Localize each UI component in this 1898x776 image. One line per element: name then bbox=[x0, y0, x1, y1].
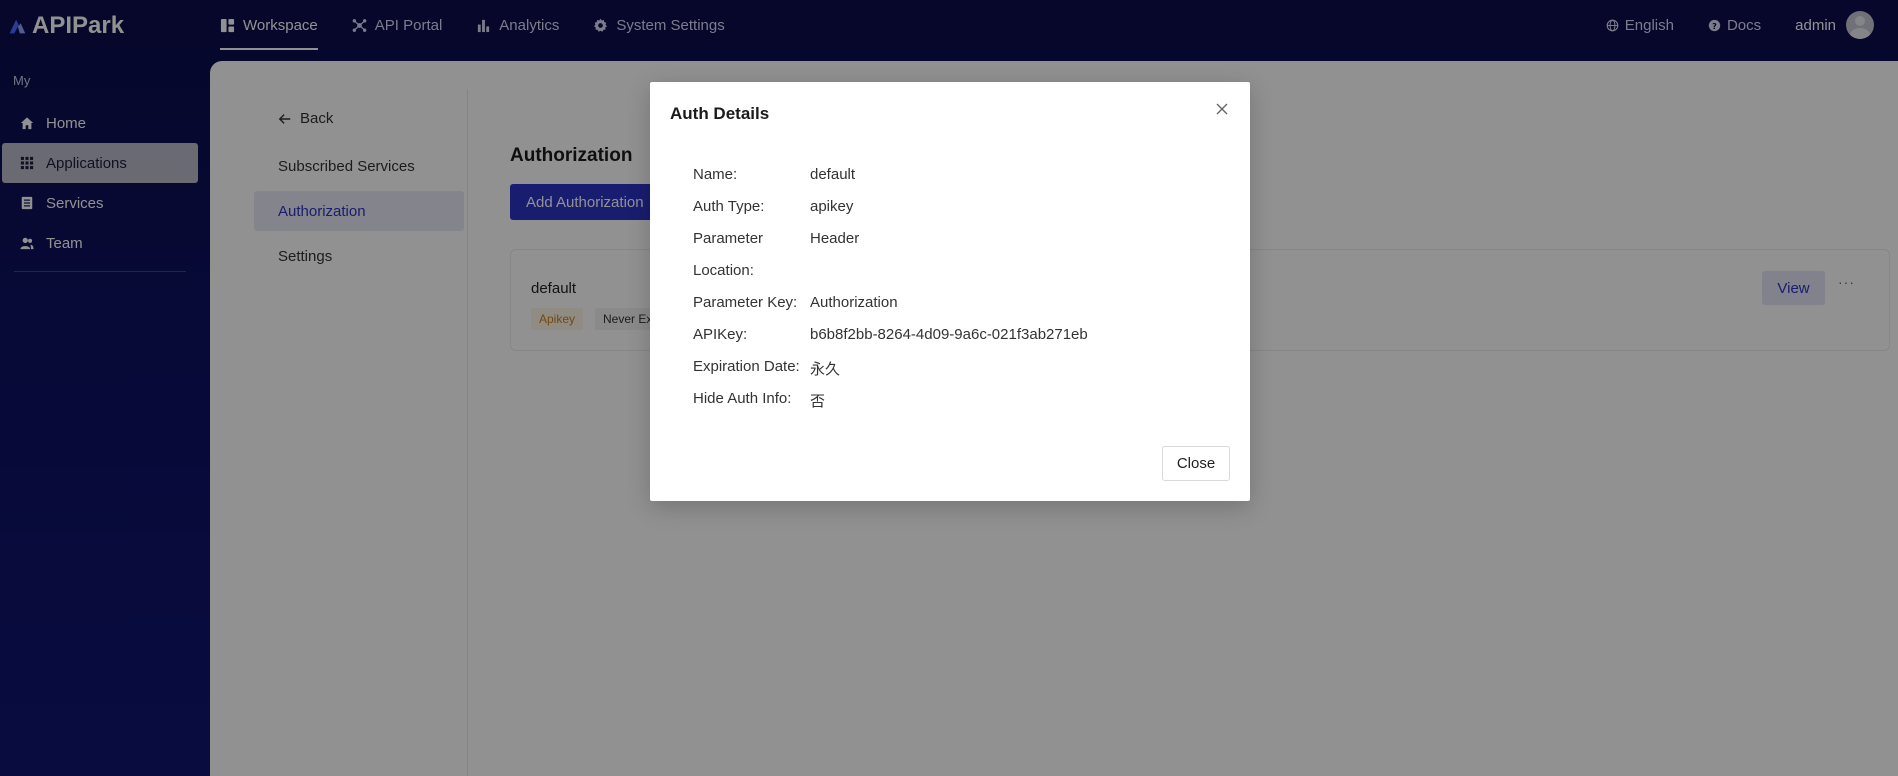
detail-value-expiration-date: 永久 bbox=[810, 361, 841, 378]
modal-title: Auth Details bbox=[670, 104, 770, 123]
close-icon[interactable] bbox=[1214, 101, 1230, 117]
detail-value-parameter-location: Header bbox=[810, 230, 860, 247]
detail-label-auth-type: Auth Type: bbox=[693, 198, 765, 215]
close-button[interactable]: Close bbox=[1162, 446, 1230, 481]
detail-value-apikey: b6b8f2bb-8264-4d09-9a6c-021f3ab271eb bbox=[810, 326, 1088, 343]
detail-label-hide-auth-info: Hide Auth Info: bbox=[693, 390, 792, 407]
detail-label-location: Location: bbox=[693, 262, 754, 279]
auth-details-modal: Auth Details Name: default Auth Type: ap… bbox=[650, 82, 1250, 501]
detail-label-parameter-key: Parameter Key: bbox=[693, 294, 798, 311]
detail-value-auth-type: apikey bbox=[810, 198, 854, 215]
detail-label-parameter: Parameter bbox=[693, 230, 764, 247]
detail-label-expiration-date: Expiration Date: bbox=[693, 358, 800, 375]
detail-value-parameter-key: Authorization bbox=[810, 294, 898, 311]
detail-label-name: Name: bbox=[693, 166, 738, 183]
detail-value-hide-auth-info: 否 bbox=[810, 393, 826, 410]
detail-value-name: default bbox=[810, 166, 856, 183]
detail-label-apikey: APIKey: bbox=[693, 326, 748, 343]
